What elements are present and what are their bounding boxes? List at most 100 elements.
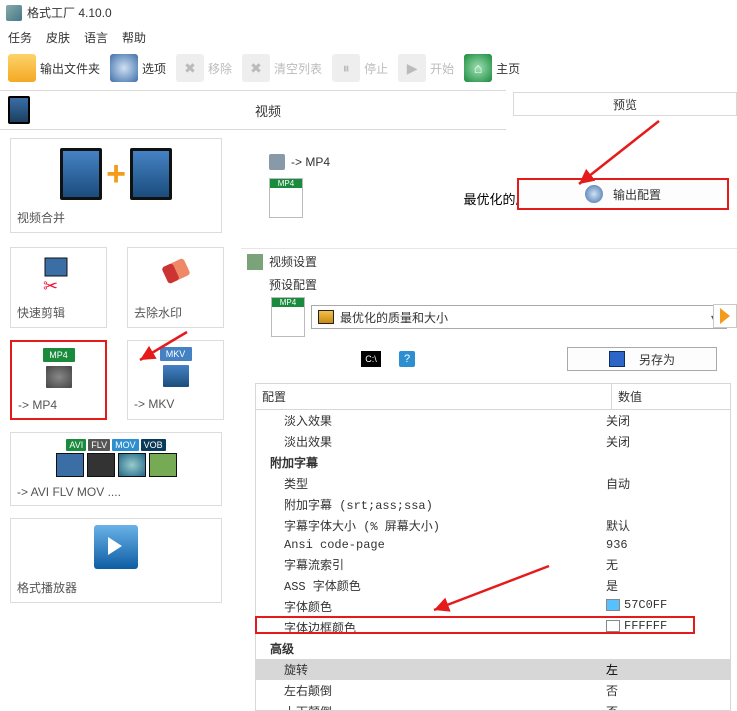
menu-task[interactable]: 任务 — [8, 29, 32, 46]
grid-value[interactable]: 关闭 — [600, 410, 730, 431]
next-arrow-button[interactable] — [713, 304, 737, 328]
grid-key: 字幕流索引 — [256, 554, 600, 575]
tb-stop[interactable]: ⏸ 停止 — [332, 54, 388, 82]
grid-key: 附加字幕 (srt;ass;ssa) — [256, 494, 600, 515]
reel-icon — [44, 364, 74, 390]
grid-row[interactable]: 淡出效果关闭 — [256, 431, 730, 452]
mp4-badge-icon: MP4 — [43, 348, 75, 362]
grid-value[interactable] — [600, 638, 730, 659]
grid-row[interactable]: 字幕字体大小 (% 屏幕大小)默认 — [256, 515, 730, 536]
dialog-icon — [269, 154, 285, 170]
grid-row[interactable]: ASS 字体颜色是 — [256, 575, 730, 596]
grid-key: ASS 字体颜色 — [256, 575, 600, 596]
reel-icon — [161, 363, 191, 389]
tile-quick-cut[interactable]: ✂ 快速剪辑 — [10, 247, 107, 328]
tile-to-mkv[interactable]: MKV -> MKV — [127, 340, 224, 420]
grid-value[interactable]: 自动 — [600, 473, 730, 494]
help-icon[interactable]: ? — [399, 351, 415, 367]
tb-start[interactable]: ▶ 开始 — [398, 54, 454, 82]
eraser-icon — [153, 254, 199, 296]
grid-value[interactable]: 57C0FF — [600, 596, 730, 617]
flv-badge: FLV — [88, 439, 110, 451]
folder-icon — [8, 54, 36, 82]
tb-clear[interactable]: ✖ 清空列表 — [242, 54, 322, 82]
tile-to-mp4[interactable]: MP4 -> MP4 — [10, 340, 107, 420]
mp4-doc-icon — [269, 178, 303, 218]
grid-value[interactable]: 否 — [600, 680, 730, 701]
tile-remove-watermark[interactable]: 去除水印 — [127, 247, 224, 328]
film-icon — [8, 96, 30, 124]
tile-remove-watermark-label: 去除水印 — [134, 304, 182, 321]
arrow-right-icon — [720, 308, 730, 324]
preset-section-label: 预设配置 — [241, 274, 737, 297]
annotation-highlight-row — [255, 616, 695, 634]
title-bar: 格式工厂 4.10.0 — [0, 0, 737, 25]
grid-row[interactable]: 附加字幕 — [256, 452, 730, 473]
tb-remove[interactable]: ✖ 移除 — [176, 54, 232, 82]
grid-value[interactable]: 默认 — [600, 515, 730, 536]
tb-home-label: 主页 — [496, 60, 520, 77]
vob-badge: VOB — [141, 439, 166, 451]
preset-select[interactable]: 最优化的质量和大小 ▾ — [311, 305, 727, 329]
tile-to-mkv-label: -> MKV — [134, 397, 174, 411]
menu-lang[interactable]: 语言 — [84, 29, 108, 46]
sidebar: + 视频合并 ✂ 快速剪辑 去除水印 MP4 -> MP4 MKV — [0, 132, 230, 603]
output-config-button[interactable]: 输出配置 — [517, 178, 729, 210]
menu-help[interactable]: 帮助 — [122, 29, 146, 46]
convert-mp4-dialog: -> MP4 最优化的质量和大小 输出配置 — [263, 150, 737, 238]
save-as-button[interactable]: 另存为 — [567, 347, 717, 371]
grid-col-val[interactable]: 数值 — [612, 384, 730, 409]
tab-video[interactable]: 视频 — [0, 90, 506, 130]
format-badges: AVI FLV MOV VOB — [17, 439, 215, 451]
output-config-label: 输出配置 — [613, 186, 661, 203]
tile-video-merge[interactable]: + 视频合并 — [10, 138, 222, 233]
avi-badge: AVI — [66, 439, 86, 451]
stop-icon: ⏸ — [332, 54, 360, 82]
svg-text:✂: ✂ — [43, 276, 58, 294]
grid-value[interactable]: 否 — [600, 701, 730, 710]
toolbar: 输出文件夹 选项 ✖ 移除 ✖ 清空列表 ⏸ 停止 ▶ 开始 ⌂ 主页 — [0, 50, 737, 90]
grid-key: 左右颠倒 — [256, 680, 600, 701]
grid-row[interactable]: Ansi code-page936 — [256, 536, 730, 554]
grid-row[interactable]: 字幕流索引无 — [256, 554, 730, 575]
tile-avi-flv-mov[interactable]: AVI FLV MOV VOB -> AVI FLV MOV .... — [10, 432, 222, 506]
grid-row[interactable]: 上下颠倒否 — [256, 701, 730, 710]
grid-row[interactable]: 淡入效果关闭 — [256, 410, 730, 431]
grid-value[interactable]: 关闭 — [600, 431, 730, 452]
tab-preview[interactable]: 预览 — [513, 92, 737, 116]
grid-row[interactable]: 类型自动 — [256, 473, 730, 494]
grid-value[interactable] — [600, 452, 730, 473]
tile-format-player[interactable]: 格式播放器 — [10, 518, 222, 603]
grid-value[interactable]: 936 — [600, 536, 730, 554]
app-title: 格式工厂 4.10.0 — [27, 4, 112, 21]
grid-row-rotate[interactable]: 旋转左 — [256, 659, 730, 680]
grid-value[interactable]: 无 — [600, 554, 730, 575]
tb-options[interactable]: 选项 — [110, 54, 166, 82]
menu-skin[interactable]: 皮肤 — [46, 29, 70, 46]
tb-start-label: 开始 — [430, 60, 454, 77]
grid-value[interactable] — [600, 494, 730, 515]
play-icon: ▶ — [398, 54, 426, 82]
tb-output-folder[interactable]: 输出文件夹 — [8, 54, 100, 82]
grid-key: 字幕字体大小 (% 屏幕大小) — [256, 515, 600, 536]
clear-icon: ✖ — [242, 54, 270, 82]
cmd-icon[interactable]: C:\ — [361, 351, 381, 367]
grid-row[interactable]: 高级 — [256, 638, 730, 659]
grid-value[interactable]: 左 — [600, 659, 730, 680]
grid-col-key[interactable]: 配置 — [256, 384, 612, 409]
remove-icon: ✖ — [176, 54, 204, 82]
grid-value[interactable]: 是 — [600, 575, 730, 596]
grid-key: 淡出效果 — [256, 431, 600, 452]
video-settings-title: 视频设置 — [269, 253, 317, 270]
settings-grid: 配置 数值 淡入效果关闭淡出效果关闭附加字幕类型自动附加字幕 (srt;ass;… — [255, 383, 731, 711]
convert-mp4-title: -> MP4 — [291, 155, 330, 169]
dialog-icon — [247, 254, 263, 270]
tab-video-label: 视频 — [38, 101, 498, 120]
grid-row[interactable]: 附加字幕 (srt;ass;ssa) — [256, 494, 730, 515]
tb-clear-label: 清空列表 — [274, 60, 322, 77]
gear-icon — [585, 185, 603, 203]
grid-key: 高级 — [256, 638, 600, 659]
tb-home[interactable]: ⌂ 主页 — [464, 54, 520, 82]
grid-row[interactable]: 字体颜色57C0FF — [256, 596, 730, 617]
grid-row[interactable]: 左右颠倒否 — [256, 680, 730, 701]
